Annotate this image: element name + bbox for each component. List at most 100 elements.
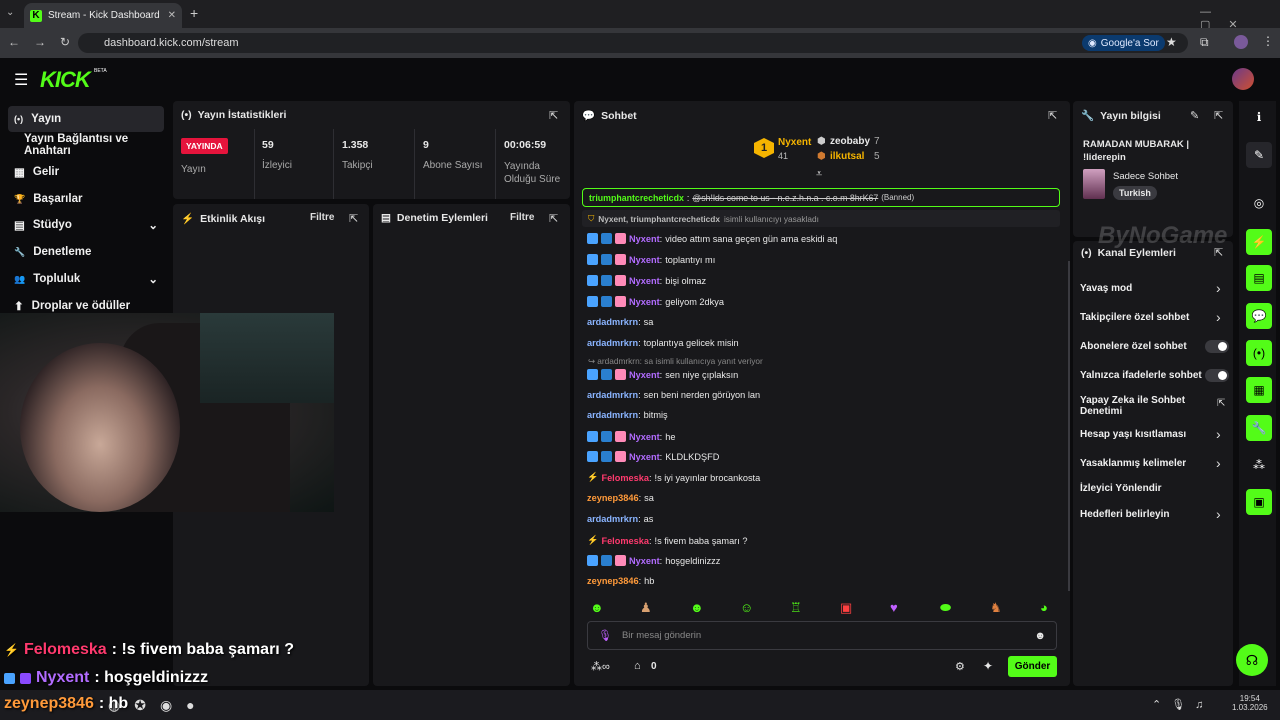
channel-action-5[interactable]: Hesap yaşı kısıtlaması [1080,429,1186,440]
chat-username[interactable]: ardadmrkrn [587,390,638,400]
bookmark-star-icon[interactable]: ★ [1166,35,1177,49]
popout-icon[interactable]: ⇱ [549,212,558,225]
nav-buttons[interactable]: ←→↻ [8,35,84,49]
leader-1-name[interactable]: Nyxent [778,137,811,148]
info-icon[interactable]: ℹ [1246,104,1272,130]
activity-filter-button[interactable]: Filtre [310,212,334,223]
popout-icon[interactable]: ⇱ [1214,109,1223,122]
emoji-picker-icon[interactable]: ☻ [1034,630,1046,642]
banned-user[interactable]: triumphantcrecheticdx [589,193,684,203]
store-icon[interactable]: ⌂ [634,660,641,672]
new-tab-button[interactable]: + [190,5,198,21]
external-link-icon[interactable]: ⇱ [1217,398,1225,409]
chat-username[interactable]: Nyxent [629,452,660,462]
chat-username[interactable]: ardadmrkrn [587,410,638,420]
document-icon[interactable]: ▤ [1246,265,1272,291]
channel-action-1[interactable]: Takipçilere özel sohbet [1080,312,1189,323]
target-icon[interactable]: ◎ [1246,190,1272,216]
channel-action-3[interactable]: Yalnızca ifadelerle sohbet [1080,370,1202,381]
chevron-right-icon[interactable]: › [1216,506,1221,522]
kick-logo[interactable]: KICK [40,67,91,93]
chat-username[interactable]: Nyxent [629,234,660,244]
channel-action-7[interactable]: İzleyici Yönlendir [1080,483,1162,494]
extensions-icon[interactable]: ⧉ [1200,35,1209,50]
moderation-filter-button[interactable]: Filtre [510,212,534,223]
leader-3-name[interactable]: ilkutsal [830,151,864,162]
chevron-right-icon[interactable]: › [1216,426,1221,442]
mic-icon[interactable]: 🎙 [598,629,612,642]
emote-5-icon[interactable]: ♖ [790,600,802,616]
mod-tools-icon[interactable]: ✦ [983,659,993,673]
emote-2-icon[interactable]: ♟ [640,600,652,616]
chat-username[interactable]: ardadmrkrn [587,338,638,348]
toggle-switch[interactable] [1205,369,1229,382]
hamburger-menu-icon[interactable]: ☰ [14,70,28,90]
category-name[interactable]: Sadece Sohbet [1113,171,1178,182]
chat-username[interactable]: Nyxent [629,297,660,307]
chat-username[interactable]: zeynep3846 [587,576,639,586]
sidebar-item-stream-key[interactable]: Yayın Bağlantısı ve Anahtarı [18,132,174,158]
channel-action-6[interactable]: Yasaklanmış kelimeler [1080,458,1186,469]
chat-username[interactable]: ardadmrkrn [587,514,638,524]
chat-username[interactable]: Nyxent [629,556,660,566]
browser-menu-icon[interactable]: ⋮ [1262,34,1274,48]
chat-username[interactable]: Nyxent [629,432,660,442]
lightning-icon[interactable]: ⚡ [1246,229,1272,255]
sidebar-item-denetleme[interactable]: 🔧 Denetleme [8,239,164,265]
url-field[interactable]: dashboard.kick.com/stream [78,33,1188,53]
chat-username[interactable]: Felomeska [601,473,649,483]
profile-avatar[interactable] [1234,35,1248,49]
chat-username[interactable]: Nyxent [629,370,660,380]
layout-icon[interactable]: ▦ [1246,377,1272,403]
infinity-icon[interactable]: ⁂∞ [591,660,610,673]
sidebar-item-gelir[interactable]: ▦ Gelir [8,159,164,185]
sidebar-item-basarilar[interactable]: 🏆 Başarılar [8,186,164,212]
chat-username[interactable]: Felomeska [601,536,649,546]
tab-close-icon[interactable]: ✕ [168,10,176,21]
user-avatar[interactable] [1232,68,1254,90]
chat-input[interactable]: 🎙 Bir mesaj gönderin ☻ [587,621,1057,650]
chat-username[interactable]: zeynep3846 [587,493,639,503]
pencil-icon[interactable]: ✎ [1246,142,1272,168]
channel-action-8[interactable]: Hedefleri belirleyin [1080,509,1169,520]
sidebar-item-yayin[interactable]: (•) Yayın [8,106,164,132]
toggle-switch[interactable] [1205,340,1229,353]
chevron-right-icon[interactable]: › [1216,309,1221,325]
collapse-icon[interactable]: ⩡ [816,168,822,181]
chevron-right-icon[interactable]: › [1216,455,1221,471]
channel-action-2[interactable]: Abonelere özel sohbet [1080,341,1187,352]
browser-tab[interactable]: K Stream - Kick Dashboard ✕ [24,3,182,28]
popout-icon[interactable]: ⇱ [549,109,558,122]
chevron-right-icon[interactable]: › [1216,280,1221,296]
chat-username[interactable]: Nyxent [629,255,660,265]
support-headset-icon[interactable]: ☊ [1236,644,1268,676]
chat-username[interactable]: ardadmrkrn [587,317,638,327]
wrench-icon[interactable]: 🔧 [1246,415,1272,441]
send-button[interactable]: Gönder [1008,656,1057,677]
tab-search-icon[interactable]: ⌄ [6,7,14,18]
emote-3-icon[interactable]: ☻ [690,600,704,615]
dots-icon[interactable]: ⁂ [1246,452,1272,478]
language-tag[interactable]: Turkish [1113,186,1157,200]
leader-2-name[interactable]: zeobaby [830,136,870,147]
emote-6-icon[interactable]: ▣ [840,600,852,616]
chat-username[interactable]: Nyxent [629,276,660,286]
google-ask-button[interactable]: ◉ Google'a Sor [1082,35,1165,51]
sidebar-item-studyo[interactable]: ▤ Stüdyo ⌄ [8,212,164,238]
popout-icon[interactable]: ⇱ [1048,109,1057,122]
chat-icon[interactable]: 💬 [1246,303,1272,329]
chat-scrollbar[interactable] [1068,261,1070,591]
channel-action-4[interactable]: Yapay Zeka ile Sohbet Denetimi [1080,395,1190,417]
sidebar-item-topluluk[interactable]: 👥 Topluluk ⌄ [8,266,164,292]
settings-gear-icon[interactable]: ⚙ [955,660,965,673]
game-icon[interactable]: ▣ [1246,489,1272,515]
popout-icon[interactable]: ⇱ [349,212,358,225]
broadcast-icon[interactable]: (•) [1246,340,1272,366]
edit-pencil-icon[interactable]: ✎ [1190,109,1199,122]
emote-7-icon[interactable]: ♥ [890,600,898,615]
emote-9-icon[interactable]: ♞ [990,600,1002,616]
emote-1-icon[interactable]: ☻ [590,600,604,615]
emote-8-icon[interactable]: ⬬ [940,600,951,616]
emote-4-icon[interactable]: ☺ [740,600,753,615]
system-tray-icons[interactable]: ⌃🎙♫ [1152,698,1213,711]
